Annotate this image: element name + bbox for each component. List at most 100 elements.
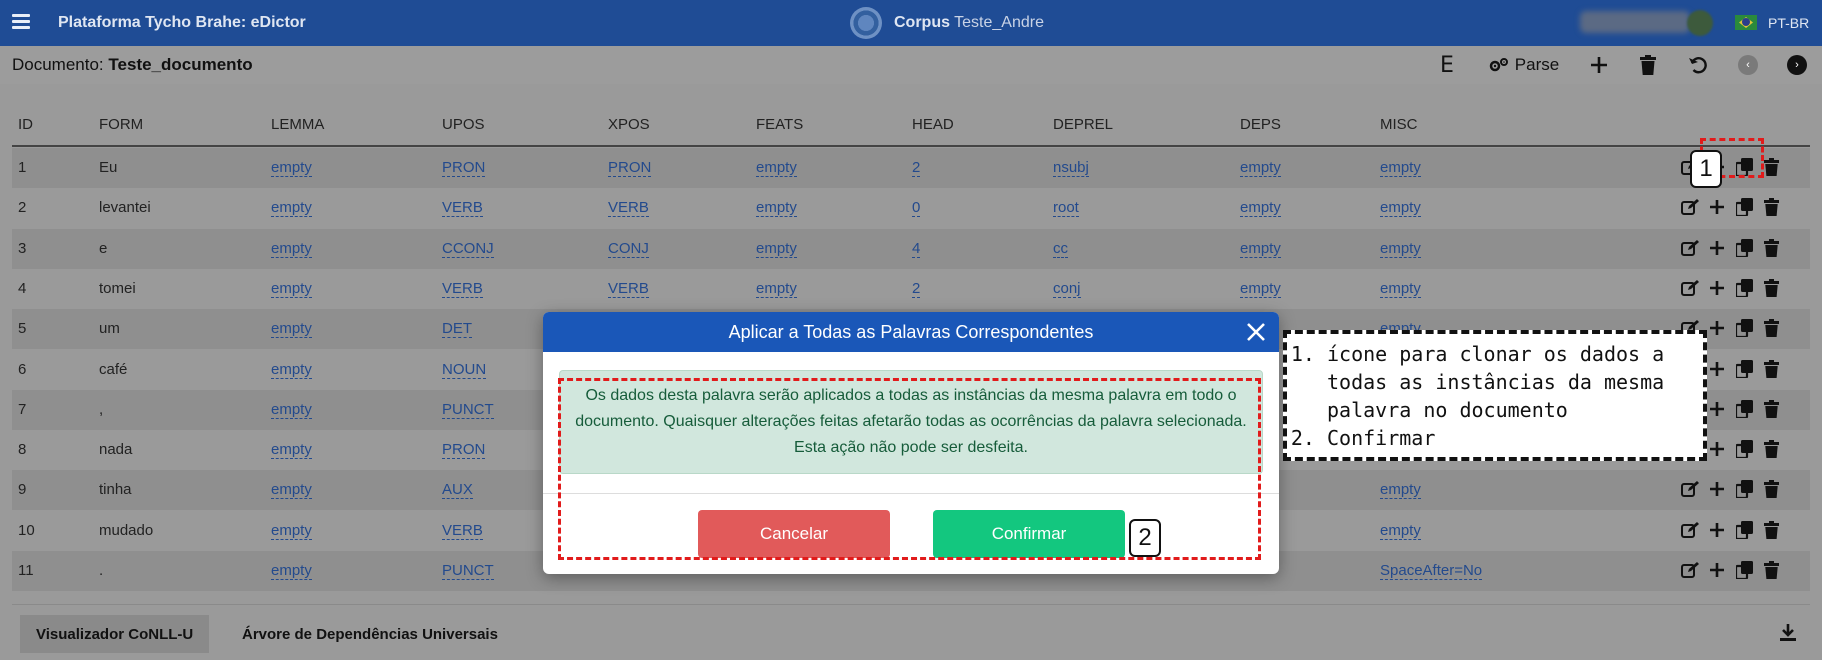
edit-icon[interactable] [1680,196,1700,218]
clone-icon[interactable] [1734,438,1754,460]
cell-upos[interactable]: DET [442,320,472,339]
add-icon[interactable] [1707,519,1727,541]
language-selector[interactable]: PT-BR [1768,15,1809,31]
add-icon[interactable] [1707,358,1727,380]
trash-icon[interactable] [1761,196,1781,218]
add-icon[interactable] [1707,478,1727,500]
brazil-flag-icon[interactable] [1735,15,1757,30]
cell-misc[interactable]: SpaceAfter=No [1380,562,1483,580]
clone-icon[interactable] [1734,519,1754,541]
next-sentence-button[interactable]: › [1786,50,1808,80]
cell-lemma[interactable]: empty [271,320,312,339]
download-icon[interactable] [1778,623,1798,645]
trash-icon[interactable] [1761,277,1781,299]
trash-icon[interactable] [1761,438,1781,460]
undo-icon[interactable] [1686,50,1710,80]
add-icon[interactable] [1707,398,1727,420]
cell-lemma[interactable]: empty [271,280,312,298]
cell-head[interactable]: 4 [912,240,921,258]
cell-xpos[interactable]: CONJ [608,240,649,258]
cancel-button[interactable]: Cancelar [698,510,890,558]
clone-icon[interactable] [1734,156,1754,178]
cell-upos[interactable]: VERB [442,280,483,298]
parse-button[interactable]: Parse [1484,50,1564,80]
cell-upos[interactable]: NOUN [442,361,487,379]
trash-icon[interactable] [1761,237,1781,259]
cell-feats[interactable]: empty [756,280,797,298]
cell-deps[interactable]: empty [1240,199,1281,218]
cell-lemma[interactable]: empty [271,441,312,460]
add-icon[interactable] [1707,559,1727,581]
cell-misc[interactable]: empty [1380,522,1421,540]
cell-lemma[interactable]: empty [271,522,312,540]
cell-lemma[interactable]: empty [271,401,312,419]
edit-icon[interactable] [1680,478,1700,500]
edit-icon[interactable] [1680,559,1700,581]
cell-head[interactable]: 2 [912,280,921,298]
avatar[interactable] [1687,10,1713,36]
previous-sentence-button[interactable]: ‹ [1737,50,1759,80]
cell-misc[interactable]: empty [1380,159,1421,177]
cell-deps[interactable]: empty [1240,159,1281,177]
close-icon[interactable] [1243,319,1269,345]
clone-icon[interactable] [1734,277,1754,299]
cell-upos[interactable]: PUNCT [442,562,494,580]
cell-feats[interactable]: empty [756,199,797,218]
cell-upos[interactable]: PUNCT [442,401,494,419]
trash-icon[interactable] [1761,478,1781,500]
cell-upos[interactable]: VERB [442,199,483,218]
edit-text-button[interactable]: E [1436,50,1458,80]
cell-deprel[interactable]: cc [1053,240,1068,258]
cell-deprel[interactable]: root [1053,199,1079,218]
cell-xpos[interactable]: VERB [608,280,649,298]
add-icon[interactable] [1707,196,1727,218]
trash-icon[interactable] [1636,50,1660,80]
clone-icon[interactable] [1734,317,1754,339]
cell-upos[interactable]: PRON [442,441,486,460]
add-icon[interactable] [1587,50,1611,80]
edit-icon[interactable] [1680,277,1700,299]
cell-misc[interactable]: empty [1380,199,1421,218]
cell-deprel[interactable]: conj [1053,280,1081,298]
cell-lemma[interactable]: empty [271,240,312,258]
trash-icon[interactable] [1761,317,1781,339]
cell-misc[interactable]: empty [1380,481,1421,500]
cell-upos[interactable]: VERB [442,522,483,540]
cell-misc[interactable]: empty [1380,240,1421,258]
clone-icon[interactable] [1734,478,1754,500]
add-icon[interactable] [1707,277,1727,299]
clone-icon[interactable] [1734,559,1754,581]
clone-icon[interactable] [1734,358,1754,380]
cell-upos[interactable]: CCONJ [442,240,494,258]
tab-conll-viewer[interactable]: Visualizador CoNLL-U [20,615,210,653]
user-name[interactable] [1580,11,1690,33]
trash-icon[interactable] [1761,519,1781,541]
clone-icon[interactable] [1734,398,1754,420]
add-icon[interactable] [1707,438,1727,460]
cell-xpos[interactable]: VERB [608,199,649,218]
trash-icon[interactable] [1761,398,1781,420]
cell-misc[interactable]: empty [1380,280,1421,298]
cell-lemma[interactable]: empty [271,562,312,580]
trash-icon[interactable] [1761,156,1781,178]
trash-icon[interactable] [1761,358,1781,380]
clone-icon[interactable] [1734,196,1754,218]
cell-lemma[interactable]: empty [271,481,312,500]
add-icon[interactable] [1707,317,1727,339]
trash-icon[interactable] [1761,559,1781,581]
edit-icon[interactable] [1680,237,1700,259]
confirm-button[interactable]: Confirmar [933,510,1125,558]
cell-upos[interactable]: PRON [442,159,486,177]
cell-upos[interactable]: AUX [442,481,473,500]
cell-deps[interactable]: empty [1240,280,1281,298]
cell-head[interactable]: 0 [912,199,921,218]
cell-feats[interactable]: empty [756,159,797,177]
cell-lemma[interactable]: empty [271,199,312,218]
clone-icon[interactable] [1734,237,1754,259]
cell-lemma[interactable]: empty [271,159,312,177]
cell-feats[interactable]: empty [756,240,797,258]
add-icon[interactable] [1707,237,1727,259]
cell-lemma[interactable]: empty [271,361,312,379]
cell-head[interactable]: 2 [912,159,921,177]
cell-deps[interactable]: empty [1240,240,1281,258]
